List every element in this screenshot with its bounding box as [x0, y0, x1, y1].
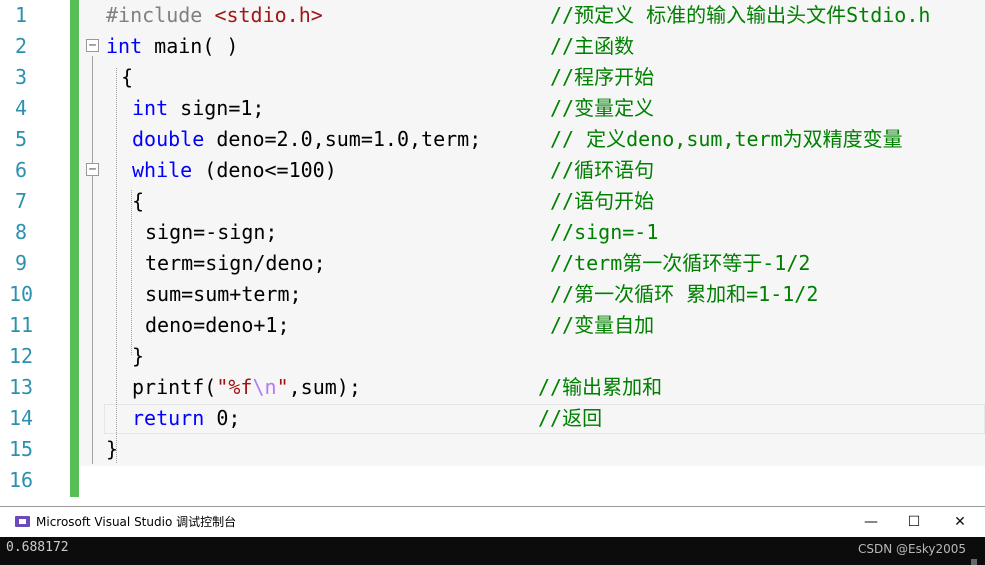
code-line[interactable]: #include <stdio.h> //预定义 标准的输入输出头文件Stdio.…	[0, 0, 985, 31]
code-token: deno=2.0,sum=1.0,term;	[204, 127, 482, 151]
code-token: int	[106, 34, 143, 58]
console-title: Microsoft Visual Studio 调试控制台	[36, 515, 237, 529]
code-comment: //语句开始	[550, 189, 655, 213]
code-token: return	[132, 406, 205, 430]
code-token: term=sign/deno;	[145, 251, 326, 275]
console-scroll-thumb[interactable]	[971, 559, 977, 565]
code-token: {	[132, 189, 145, 213]
code-line[interactable]: }	[0, 434, 985, 465]
code-token: \n	[252, 375, 277, 399]
code-line[interactable]: }	[0, 341, 985, 372]
code-comment: // 定义deno,sum,term为双精度变量	[550, 127, 903, 151]
code-comment: //变量定义	[550, 96, 655, 120]
code-line[interactable]: sum=sum+term; //第一次循环 累加和=1-1/2	[0, 279, 985, 310]
code-token: <stdio.h>	[214, 3, 323, 27]
code-token: ,sum);	[288, 375, 361, 399]
code-line[interactable]: deno=deno+1; //变量自加	[0, 310, 985, 341]
visual-studio-icon	[15, 516, 30, 527]
code-token: }	[132, 344, 145, 368]
code-comment: //变量自加	[550, 313, 655, 337]
code-token: #include	[106, 3, 215, 27]
console-title-bar[interactable]: Microsoft Visual Studio 调试控制台 — ☐ ✕	[0, 506, 985, 537]
code-comment: //sign=-1	[550, 220, 659, 244]
code-token: sign=1;	[168, 96, 265, 120]
code-line[interactable]: printf("%f \n " ,sum); //输出累加和	[0, 372, 985, 403]
code-comment: //第一次循环 累加和=1-1/2	[550, 282, 819, 306]
code-token: {	[121, 65, 134, 89]
code-token: deno=deno+1;	[145, 313, 290, 337]
console-output-area[interactable]: 0.688172 CSDN @Esky2005	[0, 537, 985, 565]
code-token: (deno<=100)	[192, 158, 337, 182]
code-token: int	[132, 96, 169, 120]
code-comment: //返回	[538, 406, 603, 430]
code-line[interactable]: term=sign/deno; //term第一次循环等于-1/2	[0, 248, 985, 279]
code-token: 0;	[204, 406, 241, 430]
code-line[interactable]	[0, 465, 985, 496]
code-line[interactable]: int main( ) //主函数	[0, 31, 985, 62]
code-line[interactable]: int sign=1; //变量定义	[0, 93, 985, 124]
code-token: }	[106, 437, 119, 461]
code-comment: //term第一次循环等于-1/2	[550, 251, 811, 275]
code-line[interactable]: { //程序开始	[0, 62, 985, 93]
code-comment: //主函数	[550, 34, 635, 58]
code-comment: //循环语句	[550, 158, 655, 182]
debug-console-window[interactable]: Microsoft Visual Studio 调试控制台 — ☐ ✕ 0.68…	[0, 506, 985, 565]
code-token: while	[132, 158, 193, 182]
maximize-button[interactable]: ☐	[891, 507, 937, 537]
minimize-button[interactable]: —	[848, 507, 894, 537]
code-token: sum=sum+term;	[145, 282, 302, 306]
code-token: sign=-sign;	[145, 220, 278, 244]
code-comment: //输出累加和	[538, 375, 663, 399]
code-token: "	[276, 375, 289, 399]
code-comment: //程序开始	[550, 65, 655, 89]
code-line[interactable]: { //语句开始	[0, 186, 985, 217]
watermark: CSDN @Esky2005	[858, 542, 967, 556]
code-token: main( )	[142, 34, 239, 58]
code-lines: #include <stdio.h> //预定义 标准的输入输出头文件Stdio.…	[0, 0, 985, 507]
code-token: double	[132, 127, 205, 151]
code-token: "%f	[216, 375, 253, 399]
code-line[interactable]: return 0; //返回	[0, 403, 985, 434]
code-comment: //预定义 标准的输入输出头文件Stdio.h	[550, 3, 931, 27]
console-output-text: 0.688172	[6, 540, 69, 555]
code-line[interactable]: sign=-sign; //sign=-1	[0, 217, 985, 248]
code-token: printf(	[132, 375, 217, 399]
code-line[interactable]: double deno=2.0,sum=1.0,term; // 定义deno,s…	[0, 124, 985, 155]
code-line[interactable]: while (deno<=100) //循环语句	[0, 155, 985, 186]
code-editor[interactable]: 1 2 3 4 5 6 7 8 9 10 11 12 13 14 15 16 − − #include <st…	[0, 0, 985, 507]
close-button[interactable]: ✕	[937, 507, 983, 537]
